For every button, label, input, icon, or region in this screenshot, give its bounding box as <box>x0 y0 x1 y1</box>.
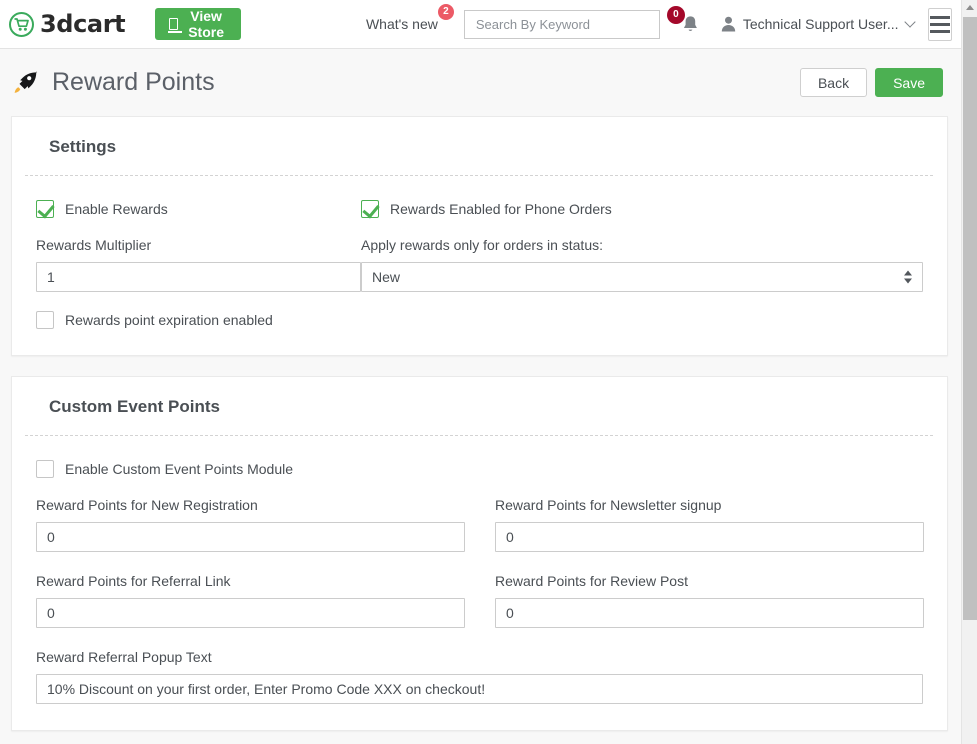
brand-logo[interactable]: 3dcart <box>9 10 126 38</box>
search-box[interactable] <box>463 9 660 39</box>
scroll-up-arrow-icon[interactable] <box>965 5 974 10</box>
checkbox-checked-icon[interactable] <box>36 200 54 218</box>
enable-custom-event-points-checkbox[interactable]: Enable Custom Event Points Module <box>36 460 923 478</box>
back-button[interactable]: Back <box>799 68 868 97</box>
custom-event-points-grid: Reward Points for New Registration Rewar… <box>36 497 924 649</box>
newsletter-signup-field: Reward Points for Newsletter signup <box>495 497 924 552</box>
whats-new-badge: 2 <box>437 4 454 20</box>
page-scrollbar[interactable] <box>961 0 977 744</box>
referral-popup-text-label: Reward Referral Popup Text <box>36 649 212 665</box>
brand-logo-text: 3dcart <box>40 10 126 38</box>
notifications-button[interactable]: 0 <box>666 5 699 34</box>
rewards-multiplier-field: Rewards Multiplier <box>36 237 361 292</box>
page-viewport: 3dcart View Store What's new 2 0 <box>0 0 961 744</box>
review-post-label: Reward Points for Review Post <box>495 573 688 589</box>
new-registration-label: Reward Points for New Registration <box>36 497 258 513</box>
settings-row-1: Enable Rewards Rewards Multiplier Reward… <box>36 200 923 292</box>
referral-popup-text-input[interactable] <box>36 674 923 704</box>
rewards-expiration-checkbox[interactable]: Rewards point expiration enabled <box>36 311 923 329</box>
shopping-cart-icon <box>9 11 34 37</box>
phone-orders-label: Rewards Enabled for Phone Orders <box>390 201 612 217</box>
rocket-icon <box>14 70 38 93</box>
page-header: Reward Points Back Save <box>0 49 961 116</box>
page-header-actions: Back Save <box>799 68 943 97</box>
settings-panel-body: Enable Rewards Rewards Multiplier Reward… <box>12 176 947 355</box>
view-store-button[interactable]: View Store <box>155 8 241 40</box>
order-status-field: Apply rewards only for orders in status:… <box>361 237 923 292</box>
rewards-multiplier-input[interactable] <box>36 262 361 292</box>
user-menu[interactable]: Technical Support User... <box>721 16 916 32</box>
order-status-label: Apply rewards only for orders in status: <box>361 237 603 253</box>
referral-link-input[interactable] <box>36 598 465 628</box>
order-status-select-wrap: New <box>361 262 923 292</box>
enable-rewards-label: Enable Rewards <box>65 201 168 217</box>
newsletter-signup-label: Reward Points for Newsletter signup <box>495 497 722 513</box>
settings-column-left: Enable Rewards Rewards Multiplier <box>36 200 361 292</box>
new-registration-field: Reward Points for New Registration <box>36 497 465 552</box>
page-title: Reward Points <box>52 68 215 96</box>
hamburger-menu-icon[interactable] <box>927 7 952 41</box>
enable-custom-event-points-label: Enable Custom Event Points Module <box>65 461 294 477</box>
checkbox-checked-icon[interactable] <box>361 200 379 218</box>
referral-popup-text-field: Reward Referral Popup Text <box>36 649 923 704</box>
review-post-field: Reward Points for Review Post <box>495 573 924 649</box>
enable-rewards-checkbox[interactable]: Enable Rewards <box>36 200 361 218</box>
custom-event-points-panel: Custom Event Points Enable Custom Event … <box>11 376 948 731</box>
whats-new-link[interactable]: What's new 2 <box>365 4 454 32</box>
referral-link-label: Reward Points for Referral Link <box>36 573 231 589</box>
save-button[interactable]: Save <box>875 68 943 97</box>
rewards-multiplier-label: Rewards Multiplier <box>36 237 152 253</box>
rewards-expiration-label: Rewards point expiration enabled <box>65 312 273 328</box>
notification-badge: 0 <box>666 5 685 24</box>
newsletter-signup-input[interactable] <box>495 522 924 552</box>
top-navigation-bar: 3dcart View Store What's new 2 0 <box>0 0 961 49</box>
settings-column-right: Rewards Enabled for Phone Orders Apply r… <box>361 200 923 292</box>
monitor-icon <box>168 18 183 33</box>
checkbox-unchecked-icon[interactable] <box>36 460 54 478</box>
settings-panel: Settings Enable Rewards Rewards Multipli… <box>11 116 948 356</box>
phone-orders-checkbox[interactable]: Rewards Enabled for Phone Orders <box>361 200 923 218</box>
referral-link-field: Reward Points for Referral Link <box>36 573 465 628</box>
scrollbar-thumb[interactable] <box>963 17 977 620</box>
custom-event-points-body: Enable Custom Event Points Module Reward… <box>12 436 947 730</box>
view-store-label: View Store <box>188 8 224 40</box>
search-input[interactable] <box>473 15 654 33</box>
user-avatar-icon <box>721 16 736 32</box>
order-status-select[interactable]: New <box>361 262 923 292</box>
checkbox-unchecked-icon[interactable] <box>36 311 54 329</box>
new-registration-input[interactable] <box>36 522 465 552</box>
user-name-label: Technical Support User... <box>742 16 899 32</box>
whats-new-label: What's new <box>365 16 438 32</box>
custom-event-points-title: Custom Event Points <box>25 377 933 436</box>
review-post-input[interactable] <box>495 598 924 628</box>
chevron-down-icon <box>903 16 916 28</box>
settings-panel-title: Settings <box>25 117 933 176</box>
